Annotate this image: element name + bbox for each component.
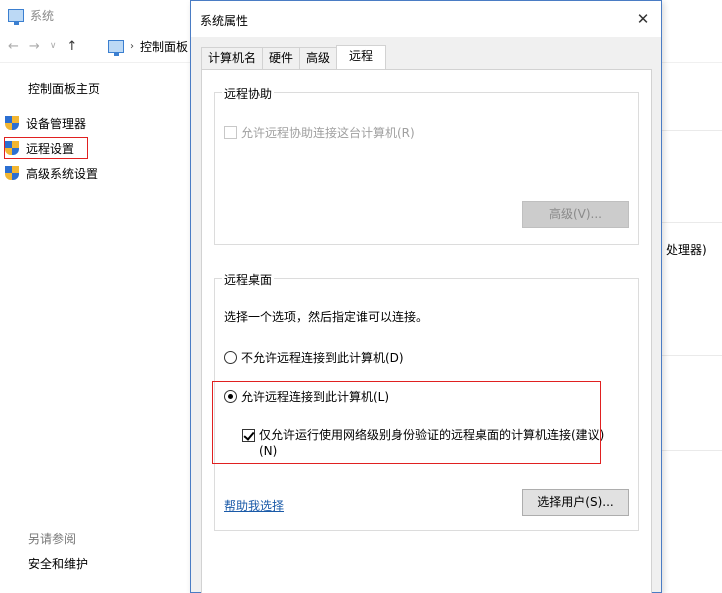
- system-properties-dialog: 系统属性 ✕ 计算机名 硬件 高级 远程 远程协助 允许远程协助连接这台计算机(…: [190, 0, 662, 593]
- breadcrumb-separator-icon[interactable]: ›: [130, 41, 134, 52]
- see-also-heading: 另请参阅: [28, 532, 77, 546]
- uac-shield-icon: [4, 165, 20, 181]
- uac-shield-icon: [4, 115, 20, 131]
- remote-assistance-group-label: 远程协助: [222, 85, 275, 102]
- forward-arrow-icon[interactable]: →: [29, 39, 40, 54]
- system-icon: [8, 8, 24, 25]
- left-nav-pane: 控制面板主页 设备管理器 远程设置 高级系统设置 另请参阅 安全和维护: [0, 70, 190, 593]
- remote-settings-highlight-box: [4, 137, 88, 159]
- left-nav-item-label: 高级系统设置: [26, 166, 99, 181]
- no-remote-connection-radio[interactable]: [224, 351, 237, 364]
- remote-desktop-instruction: 选择一个选项，然后指定谁可以连接。: [224, 310, 429, 324]
- chevron-down-icon[interactable]: ∨: [50, 41, 57, 51]
- nav-buttons: ← → ∨ ↑: [8, 36, 77, 56]
- remote-tab-panel: 远程协助 允许远程协助连接这台计算机(R) 高级(V)... 远程桌面 选择一个…: [201, 69, 652, 593]
- select-users-button[interactable]: 选择用户(S)...: [522, 489, 629, 516]
- left-nav-item-label: 设备管理器: [26, 116, 87, 131]
- allow-remote-highlight-box: [212, 381, 601, 464]
- help-me-choose-link[interactable]: 帮助我选择: [224, 497, 284, 514]
- processor-text-fragment: 处理器): [666, 243, 707, 257]
- no-remote-connection-option[interactable]: 不允许远程连接到此计算机(D): [224, 349, 404, 366]
- tab-advanced[interactable]: 高级: [299, 47, 338, 69]
- divider: [662, 450, 722, 451]
- tab-remote[interactable]: 远程: [336, 45, 387, 70]
- divider: [662, 130, 722, 131]
- tab-strip: 计算机名 硬件 高级 远程: [201, 45, 387, 70]
- back-arrow-icon[interactable]: ←: [8, 39, 19, 54]
- breadcrumb-control-panel[interactable]: 控制面板: [140, 38, 188, 55]
- remote-desktop-group-label: 远程桌面: [222, 271, 275, 288]
- dialog-title: 系统属性: [200, 14, 249, 28]
- close-icon[interactable]: ✕: [633, 9, 653, 29]
- remote-desktop-group: 远程桌面 选择一个选项，然后指定谁可以连接。 不允许远程连接到此计算机(D) 允…: [212, 271, 639, 531]
- divider: [662, 355, 722, 356]
- advanced-button[interactable]: 高级(V)...: [522, 201, 629, 228]
- system-window-title: 系统: [30, 8, 55, 23]
- system-window-titlebar: 系统: [8, 5, 54, 25]
- left-nav-item-advanced-settings[interactable]: 高级系统设置: [4, 162, 98, 184]
- allow-remote-assistance-label: 允许远程协助连接这台计算机(R): [241, 126, 415, 140]
- no-remote-connection-label: 不允许远程连接到此计算机(D): [241, 351, 404, 365]
- allow-remote-assistance-row: 允许远程协助连接这台计算机(R): [224, 124, 415, 141]
- tab-hardware[interactable]: 硬件: [262, 47, 301, 69]
- divider: [662, 222, 722, 223]
- allow-remote-assistance-checkbox[interactable]: [224, 126, 237, 139]
- security-maintenance-link[interactable]: 安全和维护: [28, 555, 88, 572]
- control-panel-icon: [108, 39, 124, 56]
- control-panel-home-link[interactable]: 控制面板主页: [28, 80, 100, 97]
- dialog-titlebar[interactable]: 系统属性 ✕: [191, 1, 661, 37]
- left-nav-item-device-manager[interactable]: 设备管理器: [4, 112, 86, 134]
- tab-computer-name[interactable]: 计算机名: [201, 47, 264, 69]
- up-arrow-icon[interactable]: ↑: [66, 39, 77, 54]
- remote-assistance-group: 远程协助 允许远程协助连接这台计算机(R) 高级(V)...: [214, 85, 639, 245]
